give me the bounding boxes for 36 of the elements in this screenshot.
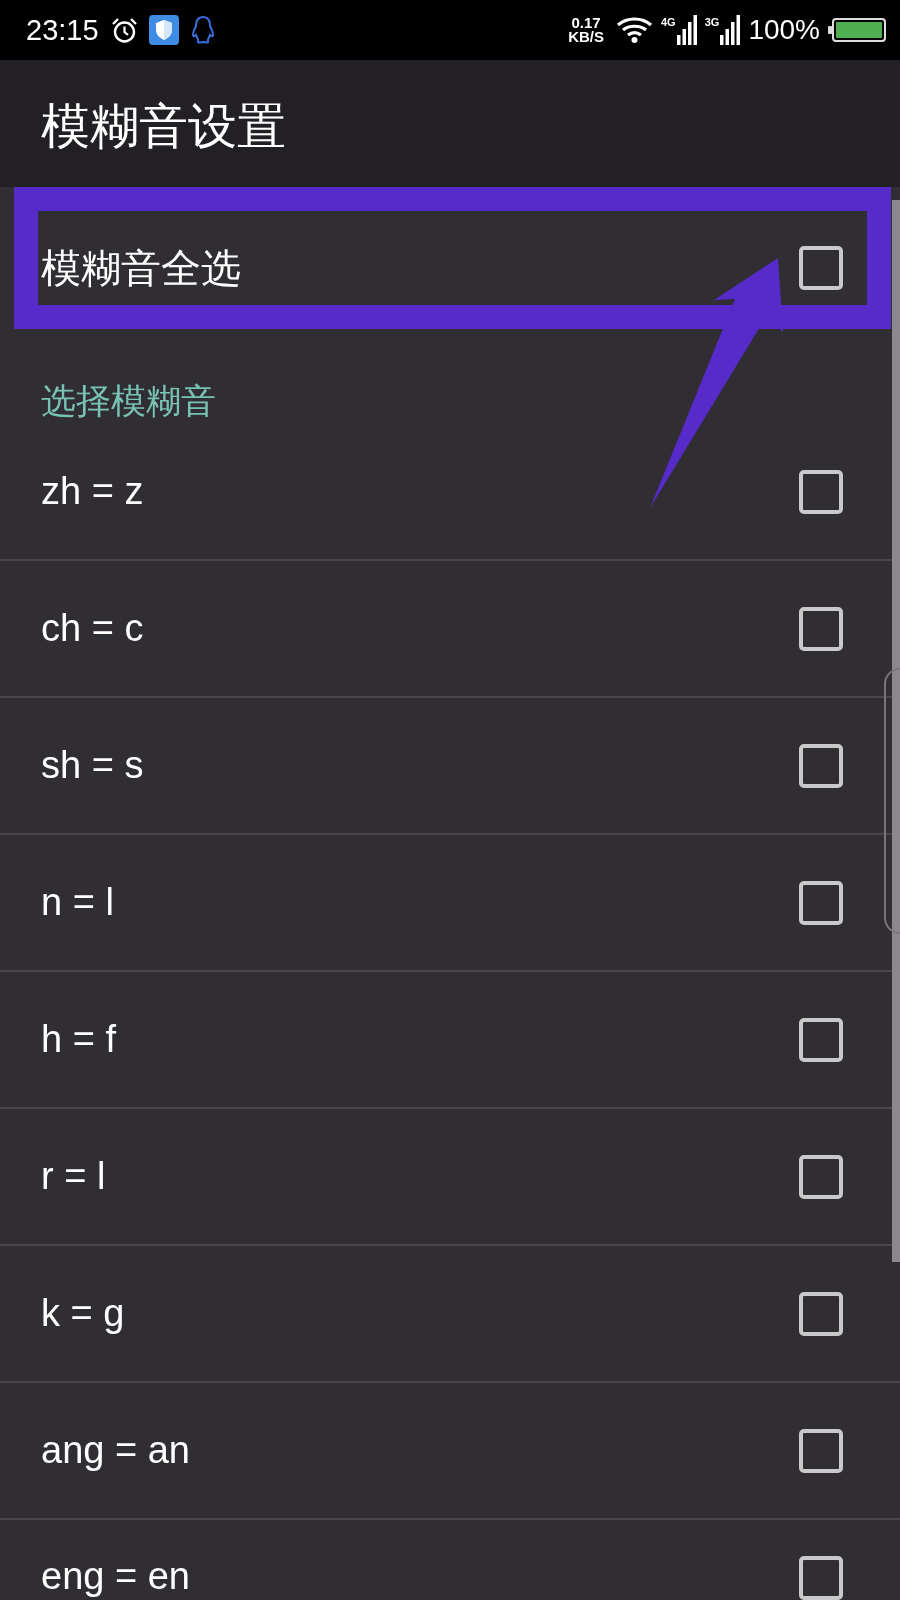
option-label: r = l [41, 1155, 106, 1198]
penguin-icon [189, 15, 216, 45]
signal-icon [676, 15, 697, 45]
select-all-label: 模糊音全选 [41, 246, 241, 290]
fast-scroll-handle[interactable] [884, 668, 900, 934]
option-label: sh = s [41, 744, 144, 787]
section-header: 选择模糊音 [41, 381, 216, 420]
checkbox[interactable] [799, 1428, 843, 1473]
option-label: zh = z [41, 470, 144, 513]
checkbox[interactable] [799, 1556, 843, 1600]
option-label: n = l [41, 881, 114, 924]
wifi-icon [616, 16, 653, 44]
checkbox[interactable] [799, 743, 843, 788]
checkbox[interactable] [799, 1154, 843, 1199]
battery-icon [828, 18, 886, 42]
screen-title: 模糊音设置 [41, 97, 286, 155]
checkbox[interactable] [799, 469, 843, 514]
network-type: 3G [704, 16, 720, 28]
battery-percent: 100% [748, 14, 820, 46]
network-speed-unit: KB/S [568, 30, 604, 44]
checkbox[interactable] [799, 880, 843, 925]
alarm-clock-icon [110, 16, 138, 44]
option-label: h = f [41, 1018, 116, 1061]
option-label: k = g [41, 1292, 125, 1335]
checkbox[interactable] [799, 1291, 843, 1336]
shield-icon [148, 15, 179, 45]
clock-time: 23:15 [26, 13, 99, 47]
option-label: eng = en [41, 1556, 190, 1598]
signal-icon [720, 15, 741, 45]
option-label: ch = c [41, 607, 144, 650]
option-label: ang = an [41, 1429, 190, 1472]
network-speed: 0.17 [571, 16, 601, 30]
network-type: 4G [661, 16, 676, 28]
checkbox[interactable] [799, 1017, 843, 1062]
checkbox[interactable] [799, 246, 843, 290]
checkbox[interactable] [799, 606, 843, 651]
